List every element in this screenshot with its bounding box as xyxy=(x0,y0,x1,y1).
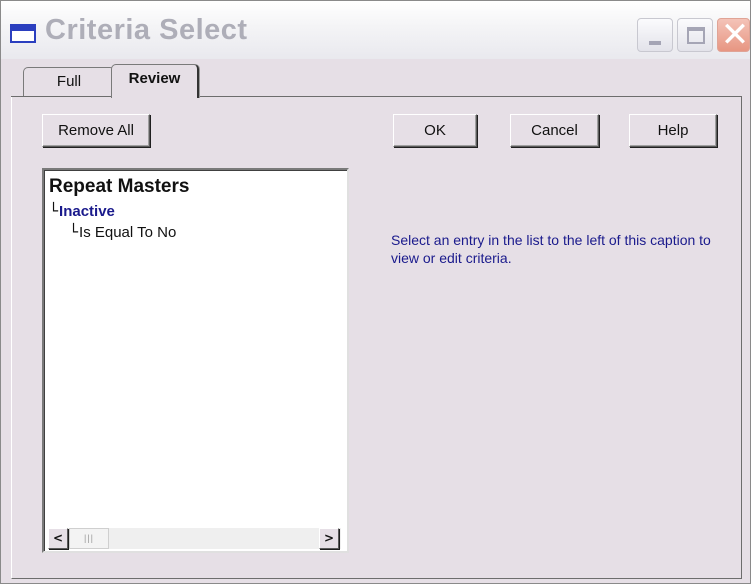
help-button[interactable]: Help xyxy=(629,114,717,147)
window-icon xyxy=(10,24,36,43)
remove-all-button[interactable]: Remove All xyxy=(42,114,150,147)
tree-condition-item[interactable]: └Is Equal To No xyxy=(69,223,176,241)
close-button[interactable]: ✕ xyxy=(717,15,750,55)
instruction-caption: Select an entry in the list to the left … xyxy=(391,232,711,266)
tab-full-label: Full xyxy=(56,73,82,90)
scroll-right-button[interactable]: > xyxy=(319,528,339,549)
tree-field-item[interactable]: └Inactive xyxy=(49,202,115,220)
minimize-button[interactable] xyxy=(637,18,673,52)
criteria-tree-list[interactable]: Repeat Masters └Inactive └Is Equal To No… xyxy=(42,168,349,553)
tree-elbow-icon: └ xyxy=(69,223,79,241)
minimize-icon xyxy=(649,41,661,45)
title-bar[interactable]: Criteria Select ✕ xyxy=(1,1,750,59)
tree-field-label: Inactive xyxy=(59,203,115,220)
maximize-icon xyxy=(687,27,705,44)
scroll-thumb[interactable]: ||| xyxy=(69,528,109,549)
close-icon: ✕ xyxy=(720,15,750,55)
tree-elbow-icon: └ xyxy=(49,202,59,220)
scroll-left-button[interactable]: < xyxy=(48,528,68,549)
maximize-button[interactable] xyxy=(677,18,713,52)
cancel-button[interactable]: Cancel xyxy=(510,114,599,147)
tab-full[interactable]: Full xyxy=(23,67,115,96)
tab-review-label: Review xyxy=(128,70,181,87)
horizontal-scrollbar[interactable]: < ||| > xyxy=(48,528,341,549)
tree-condition-label: Is Equal To No xyxy=(79,224,177,241)
tab-review[interactable]: Review xyxy=(111,64,199,98)
criteria-select-window: Criteria Select ✕ Full Review Remove All… xyxy=(0,0,751,584)
window-title: Criteria Select xyxy=(45,14,248,46)
ok-button[interactable]: OK xyxy=(393,114,477,147)
tree-root-item[interactable]: Repeat Masters xyxy=(49,176,189,198)
